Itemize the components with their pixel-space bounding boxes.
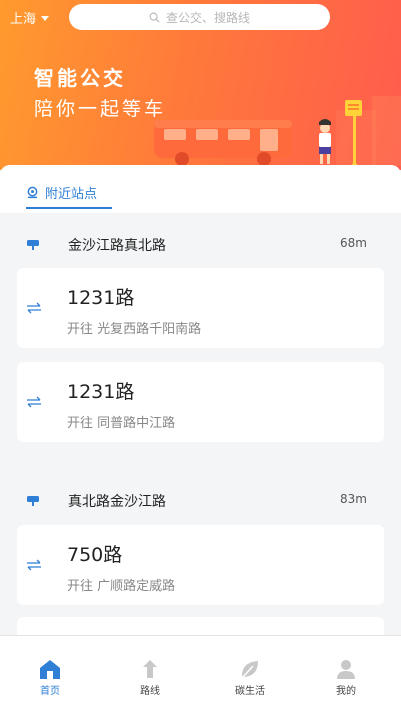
nav-route[interactable]: 路线 [110,636,190,710]
route-card[interactable]: 1231路 开往 光复西路千阳南路 [17,268,384,348]
route-card[interactable]: 1231路 开往 同普路中江路 [17,362,384,442]
search-input[interactable]: 查公交、搜路线 [69,4,330,30]
home-icon [40,660,60,679]
station-header[interactable]: 真北路金沙江路 83m [0,481,401,521]
bus-stop-illustration [154,96,401,169]
tab-bar: 附近站点 [0,165,401,213]
swap-arrows-icon [27,302,41,314]
city-selector[interactable]: 上海 [10,8,50,27]
tab-nearby-label: 附近站点 [45,187,98,202]
route-direction: 开往 光复西路千阳南路 [67,322,202,337]
search-icon [149,12,160,23]
station-distance: 68m [340,236,367,250]
city-label: 上海 [10,12,37,27]
banner-slogan-line2: 陪你一起等车 [34,98,167,120]
station-name: 真北路金沙江路 [68,494,166,510]
nav-mine[interactable]: 我的 [306,636,386,710]
swap-arrows-icon [27,396,41,408]
route-number: 750路 [67,544,123,566]
banner-slogan-line1: 智能公交 [34,66,126,90]
station-distance: 83m [340,492,367,506]
swap-arrows-icon [27,559,41,571]
user-icon [337,660,355,679]
leaf-icon [242,661,258,678]
nav-route-label: 路线 [140,686,160,697]
route-icon [143,660,157,678]
route-direction: 开往 同普路中江路 [67,416,176,431]
route-card[interactable] [17,617,384,635]
hero-banner: 上海 查公交、搜路线 智能公交 陪你一起等车 [0,0,401,170]
station-header[interactable]: 金沙江路真北路 68m [0,225,401,265]
route-number: 1231路 [67,287,135,309]
nav-home[interactable]: 首页 [10,636,90,710]
chevron-down-icon [41,15,50,21]
route-number: 1231路 [67,381,135,403]
nav-home-label: 首页 [40,686,60,697]
route-direction: 开往 广顺路定威路 [67,579,176,594]
route-card[interactable]: 750路 开往 广顺路定威路 [17,525,384,605]
tab-active-indicator [26,207,112,209]
tab-nearby-stations[interactable]: 附近站点 [26,183,97,202]
top-bar: 上海 查公交、搜路线 [0,0,401,34]
nearby-content: 附近站点 金沙江路真北路 68m 1231路 开往 光复西路千阳南路 1231路… [0,165,401,635]
bottom-navigation: 首页 路线 碳生活 我的 [0,635,401,710]
station-name: 金沙江路真北路 [68,238,166,254]
nav-carbon-life[interactable]: 碳生活 [210,636,290,710]
search-placeholder: 查公交、搜路线 [165,10,250,25]
nav-carbon-life-label: 碳生活 [235,686,265,697]
bus-stop-icon [27,496,39,506]
location-icon [27,186,38,199]
bus-stop-icon [27,240,39,250]
nav-mine-label: 我的 [336,686,356,697]
